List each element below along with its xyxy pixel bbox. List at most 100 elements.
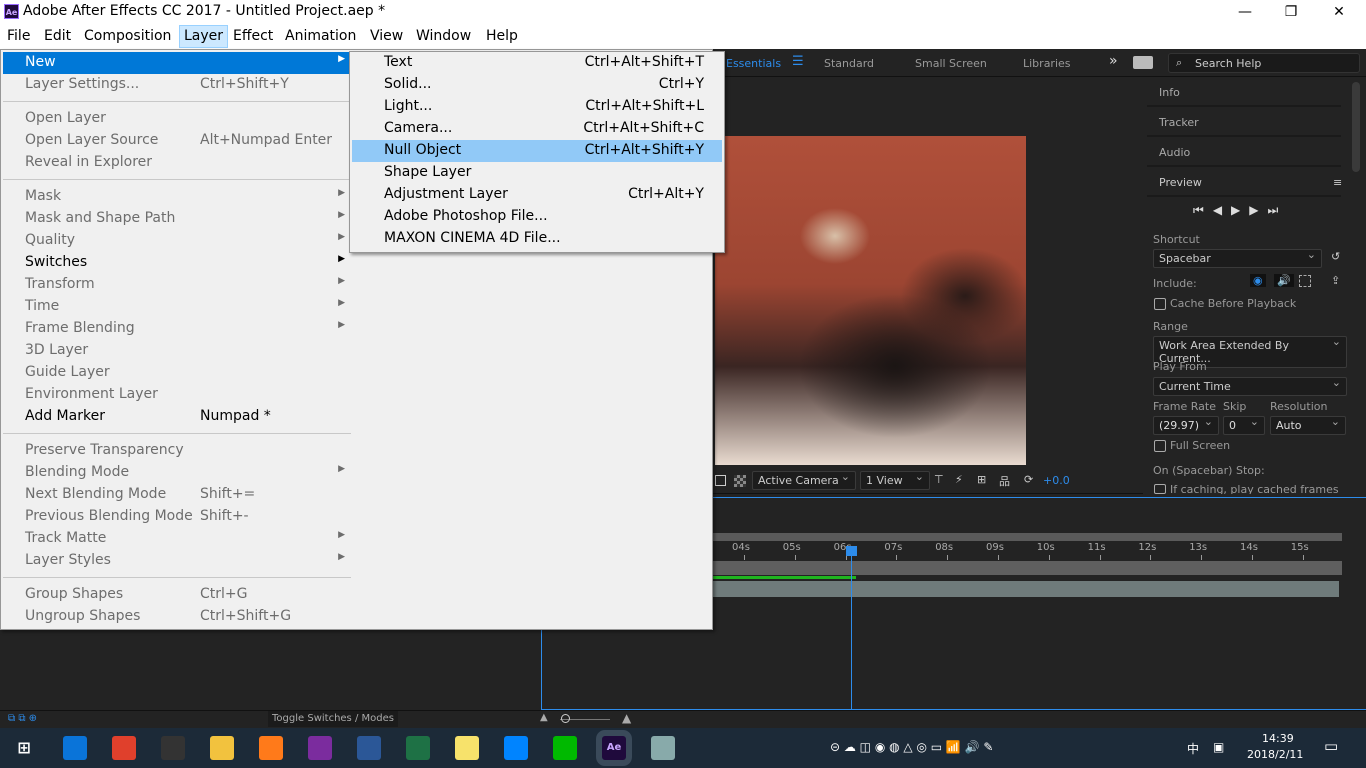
menu-file[interactable]: File (7, 28, 30, 44)
info-panel-tab[interactable]: Info (1147, 78, 1341, 107)
fast-previews-icon[interactable]: ⚡ (955, 473, 963, 486)
next-frame-icon[interactable]: ▶ (1249, 203, 1267, 217)
menu-item-previous-blending-mode[interactable]: Previous Blending Mode Shift+- (3, 506, 351, 528)
menu-item-preserve-transparency[interactable]: Preserve Transparency (3, 440, 351, 462)
menu-item-new[interactable]: New ▶ (3, 52, 351, 74)
zoom-out-icon[interactable]: ▲ (540, 712, 548, 723)
submenu-item-null-object[interactable]: Null Object Ctrl+Alt+Shift+Y (352, 140, 722, 162)
menu-item-reveal-in-explorer[interactable]: Reveal in Explorer (3, 152, 351, 174)
ime-indicator[interactable]: 中 (1187, 740, 1199, 757)
taskbar-excel-icon[interactable] (406, 736, 430, 760)
menu-item-ungroup-shapes[interactable]: Ungroup Shapes Ctrl+Shift+G (3, 606, 351, 628)
menu-item-layer-settings[interactable]: Layer Settings... Ctrl+Shift+Y (3, 74, 351, 96)
menu-edit[interactable]: Edit (44, 28, 71, 44)
reset-icon[interactable]: ↺ (1331, 250, 1340, 263)
preview-panel-menu-icon[interactable]: ≡ (1333, 176, 1342, 189)
minimize-button[interactable]: — (1222, 0, 1268, 24)
taskbar-edge-icon[interactable] (63, 736, 87, 760)
submenu-item-camera[interactable]: Camera... Ctrl+Alt+Shift+C (352, 118, 722, 140)
menu-item-3d-layer[interactable]: 3D Layer (3, 340, 351, 362)
menu-view[interactable]: View (370, 28, 403, 44)
taskbar-sticky-notes-icon[interactable] (455, 736, 479, 760)
transparency-grid-icon[interactable] (734, 475, 746, 487)
taskbar-word-icon[interactable] (357, 736, 381, 760)
menu-item-mask[interactable]: Mask ▶ (3, 186, 351, 208)
workspace-menu-icon[interactable]: ☰ (792, 54, 804, 69)
full-screen-checkbox[interactable] (1154, 440, 1166, 452)
menu-item-time[interactable]: Time ▶ (3, 296, 351, 318)
audio-panel-tab[interactable]: Audio (1147, 138, 1341, 167)
taskbar-after-effects-icon[interactable]: Ae (596, 730, 632, 766)
submenu-item-maxon-cinema-4d-file[interactable]: MAXON CINEMA 4D File... (352, 228, 722, 250)
clock-time[interactable]: 14:39 (1262, 732, 1294, 745)
submenu-item-solid[interactable]: Solid... Ctrl+Y (352, 74, 722, 96)
menu-window[interactable]: Window (416, 28, 471, 44)
taskbar-messenger-icon[interactable] (504, 736, 528, 760)
notifications-icon[interactable]: ▭ (1324, 737, 1338, 755)
zoom-slider-handle[interactable] (561, 714, 570, 723)
last-frame-icon[interactable]: ⏭ (1268, 203, 1288, 217)
workspace-essentials[interactable]: Essentials (726, 57, 781, 70)
workspace-standard[interactable]: Standard (824, 57, 874, 70)
zoom-in-icon[interactable]: ▲ (622, 711, 631, 725)
current-time-indicator[interactable] (845, 546, 857, 710)
clock-date[interactable]: 2018/2/11 (1247, 748, 1303, 761)
menu-item-open-layer[interactable]: Open Layer (3, 108, 351, 130)
flowchart-icon[interactable]: 品 (999, 473, 1010, 489)
menu-item-environment-layer[interactable]: Environment Layer (3, 384, 351, 406)
include-audio-icon[interactable]: 🔊 (1274, 274, 1294, 287)
menu-item-quality[interactable]: Quality ▶ (3, 230, 351, 252)
close-button[interactable]: ✕ (1316, 0, 1362, 24)
taskbar-firefox-icon[interactable] (259, 736, 283, 760)
prev-frame-icon[interactable]: ◀ (1213, 203, 1231, 217)
right-panel-scrollbar[interactable] (1352, 82, 1360, 172)
play-from-dropdown[interactable]: Current Time (1153, 376, 1347, 396)
menu-item-layer-styles[interactable]: Layer Styles ▶ (3, 550, 351, 572)
views-dropdown[interactable]: 1 View (860, 470, 930, 490)
taskbar-line-icon[interactable] (553, 736, 577, 760)
workspace-small-screen[interactable]: Small Screen (915, 57, 987, 70)
more-workspaces-icon[interactable]: » (1109, 53, 1118, 69)
exposure-value[interactable]: +0.0 (1043, 474, 1070, 487)
menu-item-guide-layer[interactable]: Guide Layer (3, 362, 351, 384)
region-of-interest-icon[interactable] (715, 475, 726, 486)
submenu-item-adobe-photoshop-file[interactable]: Adobe Photoshop File... (352, 206, 722, 228)
menu-item-blending-mode[interactable]: Blending Mode ▶ (3, 462, 351, 484)
menu-item-group-shapes[interactable]: Group Shapes Ctrl+G (3, 584, 351, 606)
timeline-icon[interactable]: ⊞ (977, 473, 986, 486)
search-help-input[interactable]: ⌕ Search Help (1168, 53, 1360, 73)
include-overlays-icon[interactable] (1299, 275, 1311, 287)
menu-help[interactable]: Help (486, 28, 518, 44)
submenu-item-adjustment-layer[interactable]: Adjustment Layer Ctrl+Alt+Y (352, 184, 722, 206)
menu-effect[interactable]: Effect (233, 28, 273, 44)
tracker-panel-tab[interactable]: Tracker (1147, 108, 1341, 137)
taskbar-explorer-icon[interactable] (210, 736, 234, 760)
taskbar-fox-icon[interactable] (161, 736, 185, 760)
menu-item-next-blending-mode[interactable]: Next Blending Mode Shift+= (3, 484, 351, 506)
first-frame-icon[interactable]: ⏮ (1193, 203, 1213, 217)
system-tray-icons[interactable]: ⊝ ☁ ◫ ◉ ◍ △ ◎ ▭ 📶 🔊 ✎ (830, 740, 993, 754)
play-icon[interactable]: ▶ (1231, 203, 1249, 217)
cache-before-playback-checkbox[interactable] (1154, 298, 1166, 310)
submenu-item-text[interactable]: Text Ctrl+Alt+Shift+T (352, 52, 722, 74)
menu-item-track-matte[interactable]: Track Matte ▶ (3, 528, 351, 550)
toggle-switches-modes-button[interactable]: Toggle Switches / Modes (268, 711, 398, 727)
menu-animation[interactable]: Animation (285, 28, 356, 44)
composition-icon[interactable]: ⧉ ⧉ ⊕ (8, 713, 37, 724)
if-caching-checkbox[interactable] (1154, 484, 1166, 494)
input-icon[interactable]: ▣ (1213, 740, 1224, 754)
menu-composition[interactable]: Composition (84, 28, 171, 44)
frame-rate-dropdown[interactable]: (29.97) (1153, 415, 1219, 435)
include-video-icon[interactable]: ◉ (1250, 274, 1266, 287)
reset-exposure-icon[interactable]: ⟳ (1024, 473, 1033, 486)
menu-item-transform[interactable]: Transform ▶ (3, 274, 351, 296)
export-icon[interactable]: ⇪ (1331, 274, 1340, 287)
submenu-item-shape-layer[interactable]: Shape Layer (352, 162, 722, 184)
workspace-libraries[interactable]: Libraries (1023, 57, 1071, 70)
submenu-item-light[interactable]: Light... Ctrl+Alt+Shift+L (352, 96, 722, 118)
shortcut-dropdown[interactable]: Spacebar (1153, 248, 1322, 268)
menu-layer[interactable]: Layer (179, 25, 229, 48)
taskbar-paint-icon[interactable] (651, 736, 675, 760)
menu-item-frame-blending[interactable]: Frame Blending ▶ (3, 318, 351, 340)
start-button-icon[interactable]: ⊞ (12, 736, 36, 760)
